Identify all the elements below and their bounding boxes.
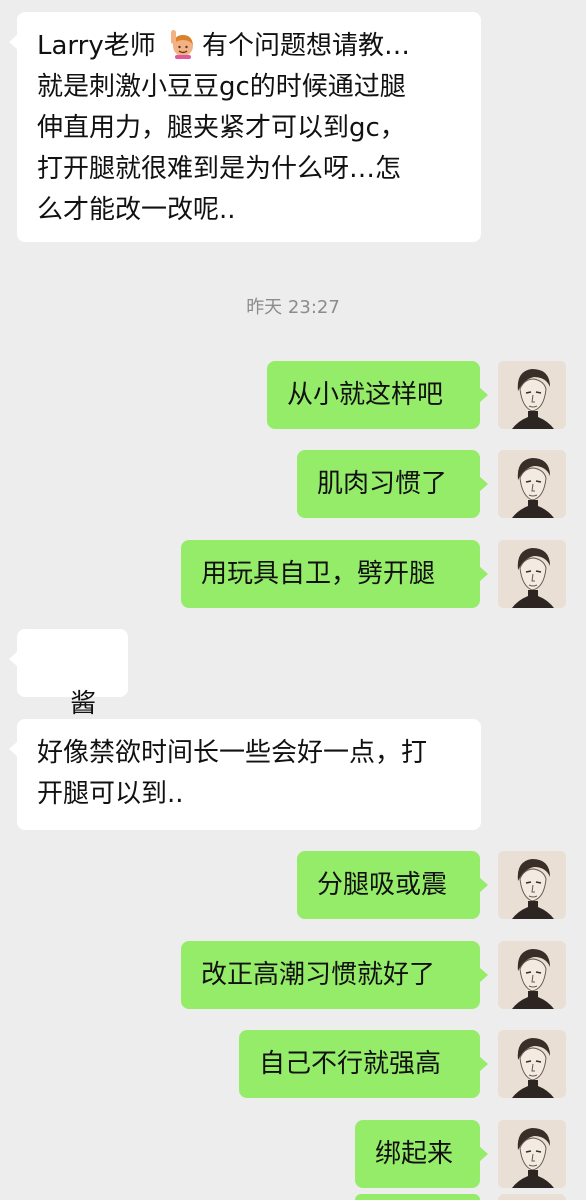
avatar-sketch-icon: [498, 361, 566, 429]
avatar-sketch-icon: [498, 1120, 566, 1188]
outgoing-message-bubble[interactable]: 肌肉习惯了: [297, 450, 488, 518]
outgoing-message-bubble[interactable]: 用玩具自卫，劈开腿: [181, 540, 488, 608]
user-avatar[interactable]: [498, 941, 566, 1009]
outgoing-message-bubble-partial: [355, 1194, 480, 1200]
message-text: 改正高潮习惯就好了: [201, 959, 436, 990]
incoming-message-bubble[interactable]: 好像禁欲时间长一些会好一点，打 开腿可以到..: [9, 719, 481, 830]
outgoing-message-bubble[interactable]: 改正高潮习惯就好了: [181, 941, 488, 1009]
message-line: 么才能改一改呢..: [37, 195, 236, 225]
message-line: 打开腿就很难到是为什么呀…怎: [37, 154, 402, 184]
avatar-sketch-icon: [498, 941, 566, 1009]
user-avatar-partial: [498, 1194, 566, 1200]
user-avatar[interactable]: [498, 540, 566, 608]
user-avatar[interactable]: [498, 851, 566, 919]
message-text: 肌肉习惯了: [317, 468, 448, 499]
avatar-sketch-icon: [498, 540, 566, 608]
avatar-sketch-icon: [498, 450, 566, 518]
avatar-sketch-icon: [498, 1030, 566, 1098]
user-avatar[interactable]: [498, 361, 566, 429]
message-line: 开腿可以到..: [37, 779, 184, 809]
message-line: 好像禁欲时间长一些会好一点，打: [37, 738, 428, 768]
message-line: Larry老师: [37, 31, 164, 61]
incoming-message-bubble[interactable]: 酱紫..: [9, 629, 128, 760]
outgoing-message-bubble[interactable]: 分腿吸或震: [297, 851, 488, 919]
chat-message-list[interactable]: Larry老师 有个问题想请教… 就是刺激小豆豆gc的时候通过腿 伸直用力，腿夹…: [0, 0, 586, 1200]
message-text: 绑起来: [375, 1138, 454, 1169]
message-text: 分腿吸或震: [317, 869, 448, 900]
message-line: 就是刺激小豆豆gc的时候通过腿: [37, 72, 406, 102]
avatar-sketch-icon: [498, 851, 566, 919]
message-line: 伸直用力，腿夹紧才可以到gc，: [37, 113, 406, 143]
outgoing-message-bubble[interactable]: 自己不行就强高: [239, 1030, 488, 1098]
outgoing-message-bubble[interactable]: 从小就这样吧: [267, 361, 488, 429]
user-avatar[interactable]: [498, 1030, 566, 1098]
incoming-message-bubble[interactable]: Larry老师 有个问题想请教… 就是刺激小豆豆gc的时候通过腿 伸直用力，腿夹…: [9, 12, 481, 242]
message-line: 有个问题想请教…: [202, 31, 411, 61]
user-avatar[interactable]: [498, 1120, 566, 1188]
message-text: 从小就这样吧: [287, 379, 444, 410]
message-timestamp: 昨天 23:27: [246, 297, 340, 318]
person-raising-hand-icon: [168, 29, 198, 59]
outgoing-message-bubble[interactable]: 绑起来: [355, 1120, 488, 1188]
message-text: 用玩具自卫，劈开腿: [201, 558, 436, 589]
user-avatar[interactable]: [498, 450, 566, 518]
message-text: 自己不行就强高: [259, 1048, 442, 1079]
